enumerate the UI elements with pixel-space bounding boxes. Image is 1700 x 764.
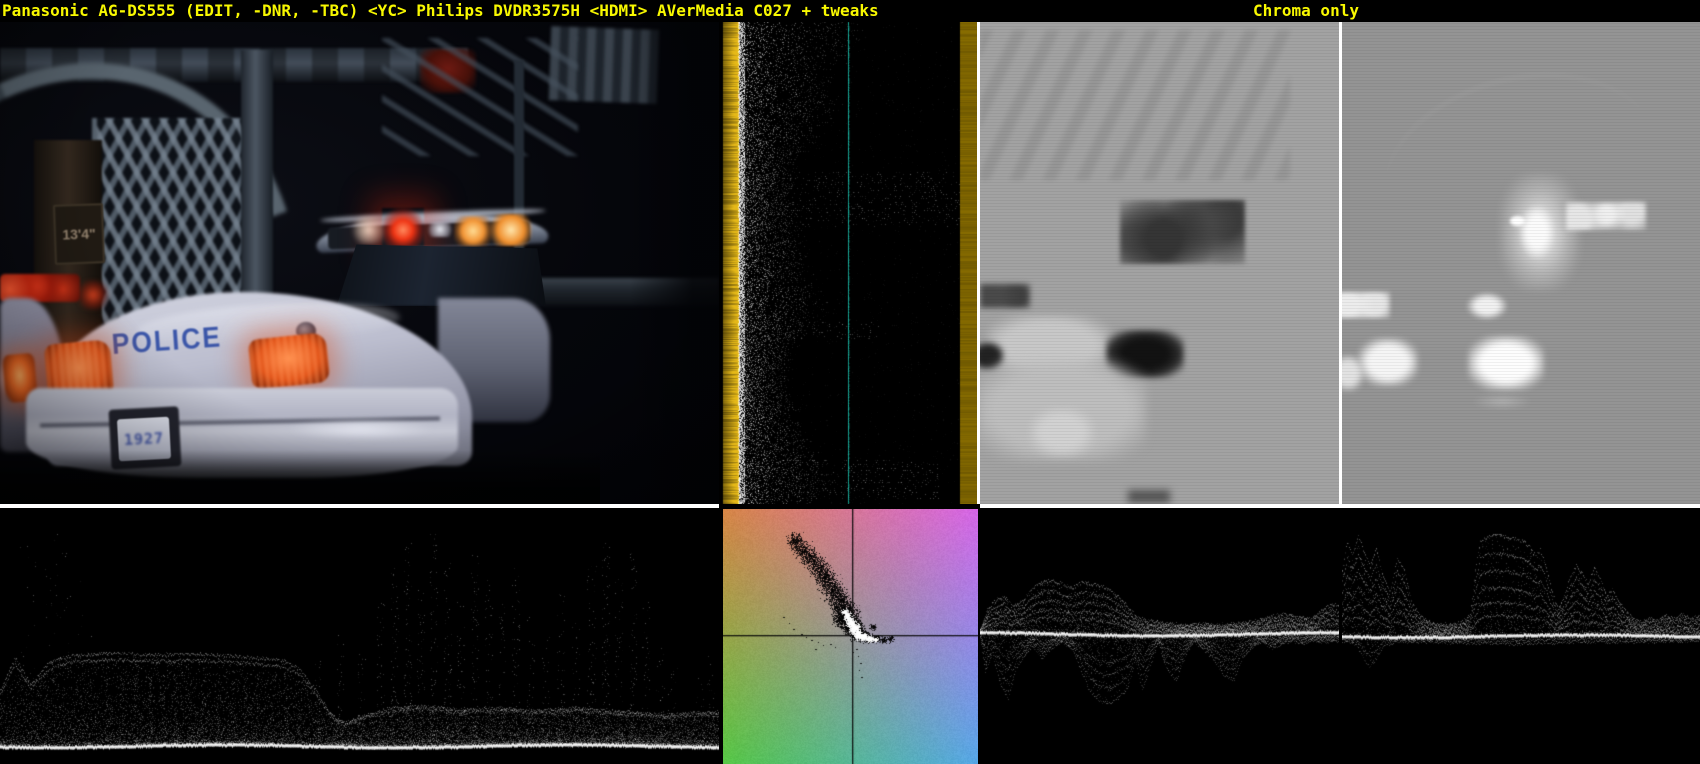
cr-amber-dashes [1566,202,1646,230]
cr-glow-core [1520,206,1554,258]
scope-composite-app: Panasonic AG-DS555 (EDIT, -DNR, -TBC) <Y… [0,0,1700,764]
cb-taillight-dark-blob [1106,330,1184,378]
cb-left-dark-blob [980,342,1004,370]
source-video-frame: 13'4" POLICE 1927 [0,22,719,504]
cb-trunk-light-region [988,315,1110,375]
tail-light-right [247,332,331,390]
cb-dark-pair [980,284,1030,308]
vectorscope-panel [719,504,980,764]
diagonal-braces [382,38,578,156]
cr-faint-arc [1362,45,1682,302]
cr-red-light-glow [1500,174,1580,290]
chroma-cb-plane-panel [980,22,1339,504]
girder-shadow-texture [980,30,1290,180]
separator-horizontal-left [0,504,719,508]
chroma-only-label: Chroma only [1253,1,1359,20]
cr-taillight-blob-right [1468,336,1544,390]
bumper-highlight [286,418,436,440]
luma-waveform-panel [0,508,719,764]
cb-lightbar-dark-blobs [1120,200,1245,264]
line-scope-canvas [719,22,977,504]
under-car-shadow [0,450,600,504]
cr-waveform-panel [1342,508,1700,764]
cr-taillight-blob-left [1358,338,1418,386]
cr-left-edge-blob [1342,355,1364,391]
lightbar-amber-light [454,216,492,246]
cr-left-pair [1342,292,1390,318]
lightbar-white-light [426,222,454,237]
separator-horizontal-right [980,504,1700,508]
line-scope-panel [719,22,977,504]
cr-waveform-canvas [1342,508,1700,764]
cb-lower-light-region [980,360,1146,460]
cb-waveform-canvas [980,508,1339,764]
cb-bottom-smudge [1128,490,1170,503]
cb-bright-patch [1030,408,1094,456]
luma-waveform-canvas [0,508,719,764]
lightbar-amber-light-2 [490,214,532,246]
clearance-sign: 13'4" [52,203,106,265]
separator-vertical-2 [1339,22,1342,504]
cr-spark [1510,216,1525,226]
cr-blob-a [1466,292,1508,320]
separator-vertical-1 [977,22,980,504]
police-car-rear-window [336,244,546,306]
chroma-cr-plane-panel [1342,22,1700,504]
title-bar: Panasonic AG-DS555 (EDIT, -DNR, -TBC) <Y… [0,0,1700,22]
cr-under-streak [1472,394,1532,409]
distant-red-light [76,280,110,310]
vectorscope-canvas [723,509,978,764]
cb-waveform-panel [980,508,1339,764]
right-shadow-fade [630,22,719,504]
clearance-sign-text: 13'4" [62,225,96,243]
capture-chain-title: Panasonic AG-DS555 (EDIT, -DNR, -TBC) <Y… [2,1,879,20]
license-plate-text: 1927 [123,428,165,450]
